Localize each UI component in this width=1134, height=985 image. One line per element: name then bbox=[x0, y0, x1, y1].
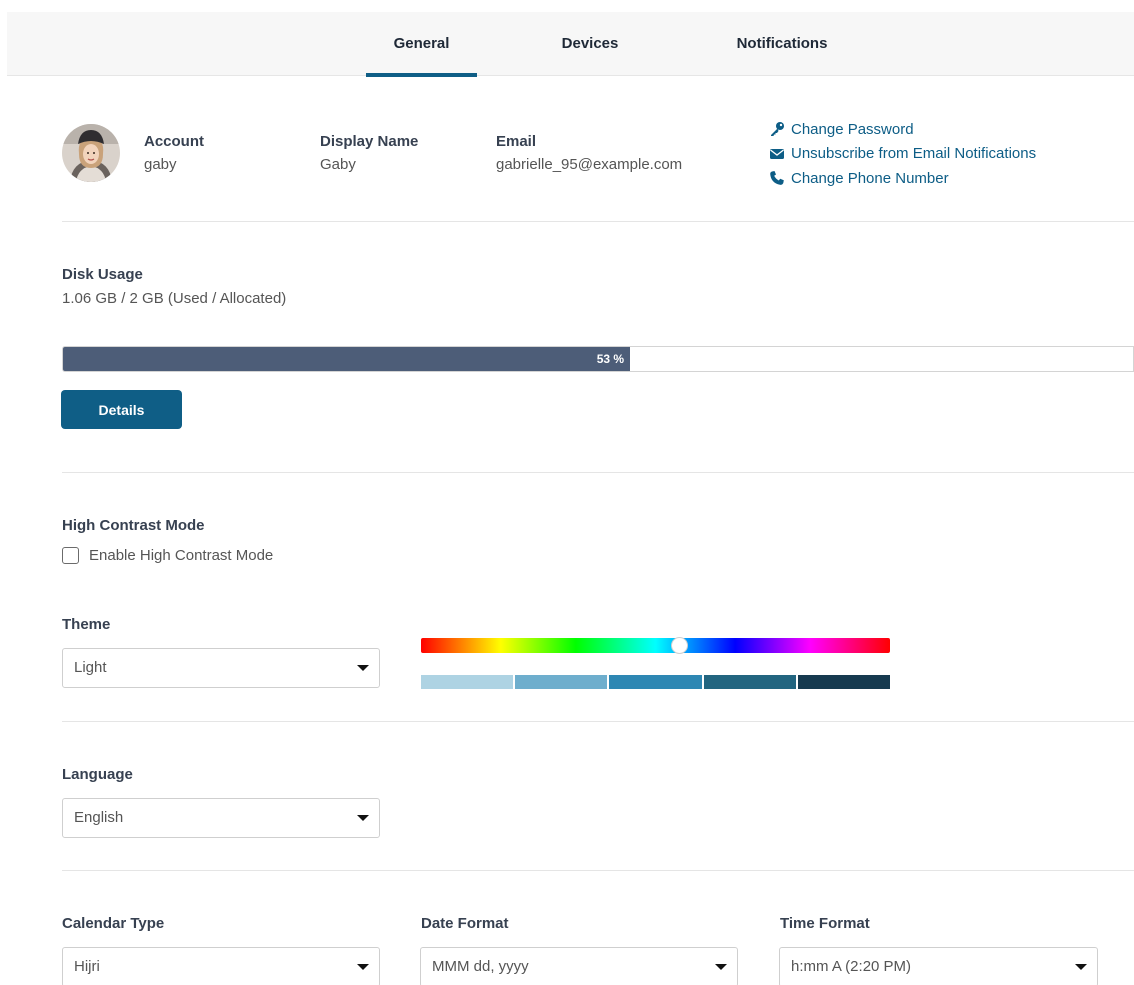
progress-fill: 53 % bbox=[63, 347, 631, 371]
caret-down-icon bbox=[357, 964, 369, 970]
time-format-select[interactable]: h:mm A (2:20 PM) bbox=[779, 947, 1098, 985]
change-phone-label: Change Phone Number bbox=[791, 169, 949, 187]
high-contrast-checkbox-label: Enable High Contrast Mode bbox=[89, 547, 274, 564]
display-name-label: Display Name bbox=[320, 133, 419, 150]
disk-usage-text: 1.06 GB / 2 GB (Used / Allocated) bbox=[62, 290, 287, 307]
progress-percent-text: 53 % bbox=[596, 352, 625, 366]
change-password-link[interactable]: Change Password bbox=[769, 117, 1036, 142]
date-format-title: Date Format bbox=[421, 915, 509, 932]
change-password-label: Change Password bbox=[791, 120, 914, 138]
section-divider bbox=[62, 472, 1134, 473]
email-label: Email bbox=[496, 133, 537, 150]
tab-devices-label: Devices bbox=[561, 35, 619, 52]
caret-down-icon bbox=[715, 964, 727, 970]
theme-color-swatch-1[interactable] bbox=[421, 675, 514, 689]
envelope-icon bbox=[770, 148, 784, 159]
tab-bar: General Devices Notifications bbox=[7, 12, 1134, 77]
phone-icon bbox=[770, 171, 784, 186]
hue-slider-handle[interactable] bbox=[670, 637, 688, 654]
tab-general-label: General bbox=[393, 35, 450, 52]
disk-usage-progress-bar: 53 % bbox=[62, 346, 1134, 372]
calendar-type-select[interactable]: Hijri bbox=[62, 947, 380, 985]
date-format-select[interactable]: MMM dd, yyyy bbox=[420, 947, 738, 985]
theme-color-swatch-4[interactable] bbox=[703, 675, 796, 689]
active-tab-indicator bbox=[366, 73, 477, 77]
theme-select-value: Light bbox=[74, 659, 107, 676]
theme-color-swatches bbox=[421, 675, 891, 689]
tab-notifications[interactable]: Notifications bbox=[712, 12, 852, 76]
details-button[interactable]: Details bbox=[61, 390, 182, 429]
account-value: gaby bbox=[144, 156, 177, 173]
time-format-title: Time Format bbox=[780, 915, 870, 932]
caret-down-icon bbox=[357, 815, 369, 821]
tab-notifications-label: Notifications bbox=[736, 35, 828, 52]
account-links: Change Password Unsubscribe from Email N… bbox=[769, 117, 1036, 191]
account-label: Account bbox=[144, 133, 204, 150]
tab-devices[interactable]: Devices bbox=[540, 12, 640, 76]
theme-color-swatch-3[interactable] bbox=[609, 675, 702, 689]
language-title: Language bbox=[62, 766, 133, 783]
time-format-select-value: h:mm A (2:20 PM) bbox=[791, 958, 912, 975]
section-divider bbox=[62, 870, 1134, 871]
section-divider bbox=[62, 721, 1134, 722]
language-select[interactable]: English bbox=[62, 798, 380, 838]
theme-color-swatch-5[interactable] bbox=[797, 675, 891, 689]
language-select-value: English bbox=[74, 809, 124, 826]
section-divider bbox=[62, 221, 1134, 222]
calendar-type-select-value: Hijri bbox=[74, 958, 100, 975]
high-contrast-title: High Contrast Mode bbox=[62, 517, 205, 534]
avatar-portrait-icon bbox=[62, 124, 120, 182]
email-value: gabrielle_95@example.com bbox=[496, 156, 683, 173]
theme-color-swatch-2[interactable] bbox=[515, 675, 608, 689]
avatar bbox=[62, 124, 120, 182]
theme-title: Theme bbox=[62, 616, 111, 633]
caret-down-icon bbox=[357, 665, 369, 671]
tab-general[interactable]: General bbox=[366, 12, 477, 77]
high-contrast-checkbox[interactable] bbox=[62, 547, 79, 564]
high-contrast-option[interactable]: Enable High Contrast Mode bbox=[62, 547, 273, 564]
display-name-value: Gaby bbox=[320, 156, 356, 173]
caret-down-icon bbox=[1075, 964, 1087, 970]
key-icon bbox=[771, 122, 784, 137]
theme-hue-slider[interactable] bbox=[421, 637, 890, 654]
change-phone-link[interactable]: Change Phone Number bbox=[769, 166, 1036, 191]
date-format-select-value: MMM dd, yyyy bbox=[432, 958, 529, 975]
theme-select[interactable]: Light bbox=[62, 648, 380, 688]
unsubscribe-label: Unsubscribe from Email Notifications bbox=[791, 145, 1037, 163]
unsubscribe-link[interactable]: Unsubscribe from Email Notifications bbox=[769, 142, 1036, 167]
disk-usage-title: Disk Usage bbox=[62, 266, 143, 283]
calendar-type-title: Calendar Type bbox=[62, 915, 165, 932]
